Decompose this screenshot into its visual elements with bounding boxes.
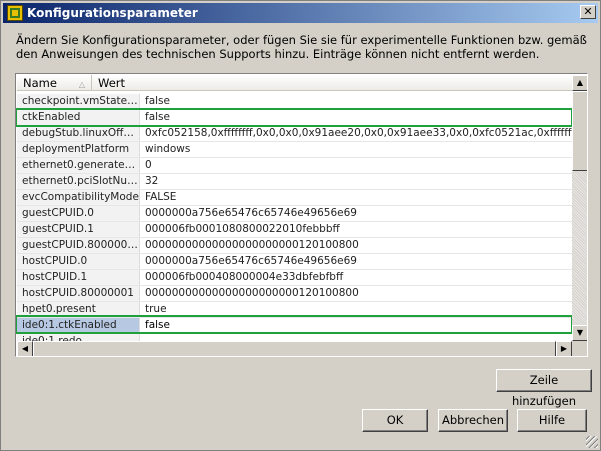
sort-asc-icon: △ [78,80,85,89]
param-value[interactable]: 00000000000000000000000120100800 [140,286,572,301]
param-value[interactable]: 000006fb0001080800022010febbbff [140,222,572,237]
scroll-down-button[interactable]: ▼ [572,325,587,341]
param-name: evcCompatibilityMode [17,190,140,205]
column-header-name[interactable]: Name △ [17,75,92,90]
param-name: hostCPUID.80000001 [17,286,140,301]
column-name-label: Name [23,76,57,90]
param-value[interactable]: 0000000a756e65476c65746e49656e69 [140,206,572,221]
param-value[interactable]: false [140,110,572,125]
param-name: ctkEnabled [17,110,140,125]
param-name: ethernet0.generatedAdd... [17,158,140,173]
param-value-cell[interactable] [140,318,572,333]
resize-grip-icon[interactable] [586,436,598,448]
param-name: guestCPUID.1 [17,222,140,237]
param-name: ide0:1.ctkEnabled [17,318,140,333]
table-row[interactable]: ethernet0.pciSlotNumber32 [17,174,572,190]
table-row[interactable]: debugStub.linuxOffsets 0xfc052158,0xfffff… [17,126,572,142]
table-row[interactable]: evcCompatibilityMode FALSE [17,190,572,206]
vertical-scrollbar[interactable]: ▲ ▼ [572,75,587,341]
param-value[interactable]: FALSE [140,190,572,205]
param-value[interactable]: 0000000a756e65476c65746e49656e69 [140,254,572,269]
param-name: debugStub.linuxOffsets [17,126,140,141]
vertical-scroll-thumb[interactable] [572,91,587,171]
table-body: checkpoint.vmState.rea...falsectkEnabled… [17,94,572,350]
param-name: deploymentPlatform [17,142,140,157]
cancel-button[interactable]: Abbrechen [438,409,508,432]
scroll-up-button[interactable]: ▲ [572,75,587,91]
table-row[interactable]: ide0:1.ctkEnabled [17,318,572,334]
help-button[interactable]: Hilfe [517,409,587,432]
title-bar: Konfigurationsparameter ✕ [3,3,598,23]
horizontal-scroll-thumb[interactable] [33,341,556,356]
table-row[interactable]: hpet0.present true [17,302,572,318]
table-row[interactable]: guestCPUID.0 0000000a756e65476c65746e4965… [17,206,572,222]
scroll-right-button[interactable]: ▶ [556,341,572,356]
table-row[interactable]: hostCPUID.80000001 0000000000000000000000… [17,286,572,302]
ok-button[interactable]: OK [362,409,428,432]
param-value[interactable]: true [140,302,572,317]
table-row[interactable]: guestCPUID.1 000006fb0001080800022010febb… [17,222,572,238]
scrollbar-corner [572,341,587,356]
param-name: guestCPUID.80000001 [17,238,140,253]
table-header: Name △ Wert [17,75,572,91]
config-params-dialog: Konfigurationsparameter ✕ Ändern Sie Kon… [0,0,601,451]
param-value[interactable]: 000006fb000408000004e33dbfebfbff [140,270,572,285]
param-value[interactable]: 32 [140,174,572,189]
param-name: hpet0.present [17,302,140,317]
scroll-left-button[interactable]: ◀ [17,341,33,356]
table-row[interactable]: deploymentPlatform windows [17,142,572,158]
config-params-table: Name △ Wert checkpoint.vmState.rea...fals… [15,73,588,357]
param-value[interactable]: windows [140,142,572,157]
column-value-label: Wert [98,76,126,90]
column-header-value[interactable]: Wert [92,75,572,90]
param-name: hostCPUID.1 [17,270,140,285]
table-row[interactable]: guestCPUID.80000001 000000000000000000000… [17,238,572,254]
param-name: guestCPUID.0 [17,206,140,221]
description-text: Ändern Sie Konfigurationsparameter, oder… [16,33,587,61]
table-row[interactable]: ctkEnabled false [17,110,572,126]
dialog-title: Konfigurationsparameter [27,6,198,20]
param-value[interactable]: 0 [140,158,572,173]
param-value-input[interactable] [145,318,572,333]
table-row[interactable]: hostCPUID.0 0000000a756e65476c65746e49656… [17,254,572,270]
table-row[interactable]: ethernet0.generatedAdd...0 [17,158,572,174]
param-name: checkpoint.vmState.rea... [17,94,140,109]
close-button[interactable]: ✕ [580,5,596,19]
param-value[interactable]: 00000000000000000000000120100800 [140,238,572,253]
param-value[interactable]: 0xfc052158,0xffffffff,0x0,0x0,0x91aee20,… [140,126,572,141]
param-value[interactable]: false [140,94,572,109]
table-row[interactable]: checkpoint.vmState.rea...false [17,94,572,110]
table-row[interactable]: hostCPUID.1 000006fb000408000004e33dbfebf… [17,270,572,286]
param-name: hostCPUID.0 [17,254,140,269]
param-name: ethernet0.pciSlotNumber [17,174,140,189]
vsphere-app-icon [7,5,23,21]
add-row-button[interactable]: Zeile hinzufügen [496,369,592,408]
horizontal-scrollbar[interactable]: ◀ ▶ [17,341,572,356]
